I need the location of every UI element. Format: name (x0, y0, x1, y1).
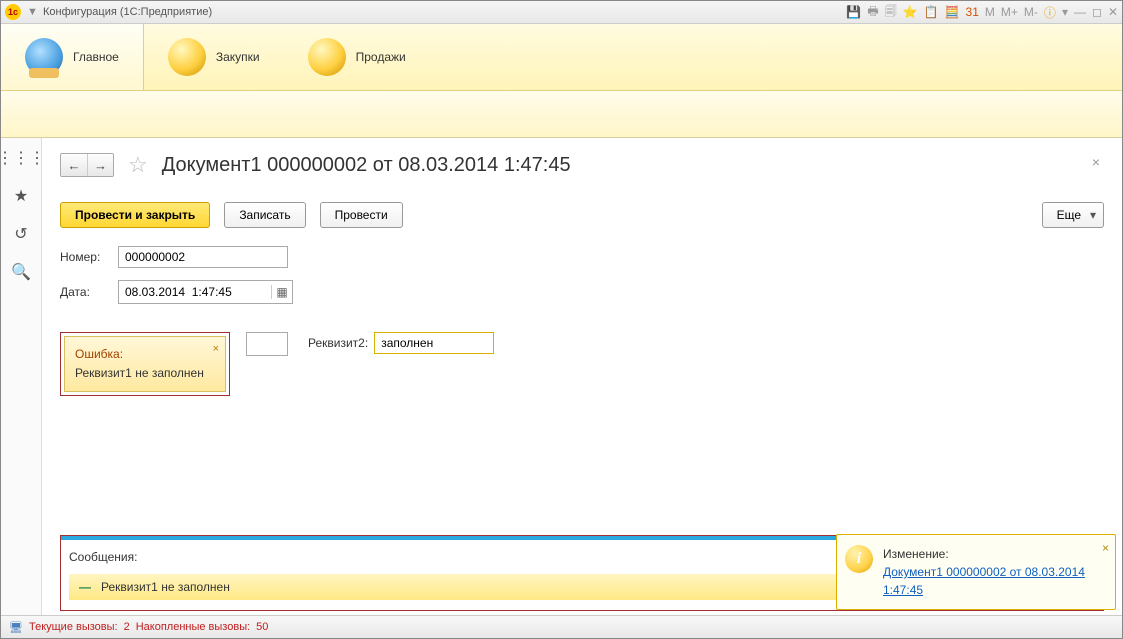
mminus-btn[interactable]: M- (1024, 5, 1038, 19)
clipboard-icon[interactable]: 📋 (924, 5, 939, 19)
favorite-toggle-icon[interactable]: ☆ (128, 152, 148, 178)
lamp-icon (25, 38, 63, 76)
date-input[interactable] (119, 282, 271, 302)
toast-title: Изменение: (883, 545, 1105, 563)
post-and-close-button[interactable]: Провести и закрыть (60, 202, 210, 228)
accum-calls-label: Накопленные вызовы: (136, 621, 250, 633)
number-label: Номер: (60, 250, 110, 264)
gold-icon (308, 38, 346, 76)
status-icon[interactable]: 🖥 (9, 621, 23, 634)
calendar-icon[interactable]: 31 (966, 5, 979, 19)
date-label: Дата: (60, 285, 110, 299)
more-button[interactable]: Еще (1042, 202, 1104, 228)
date-field: ▦ (118, 280, 293, 304)
history-icon[interactable]: ↺ (14, 224, 27, 244)
message-bullet-icon: — (79, 580, 91, 594)
maximize-icon[interactable]: ◻ (1092, 5, 1102, 19)
nav-sales[interactable]: Продажи (284, 24, 430, 90)
sub-toolbar (1, 91, 1122, 138)
nav-purchases[interactable]: Закупки (144, 24, 284, 90)
search-icon[interactable]: 🔍 (11, 262, 31, 282)
current-calls-label: Текущие вызовы: (29, 621, 118, 633)
info-icon[interactable]: ⓘ (1044, 4, 1056, 21)
minimize-icon[interactable]: — (1074, 5, 1086, 19)
messages-header: Сообщения: (69, 550, 137, 564)
req2-input[interactable] (374, 332, 494, 354)
close-tab-icon[interactable]: × (1092, 154, 1100, 170)
forward-button[interactable]: → (87, 154, 113, 176)
status-bar: 🖥 Текущие вызовы: 2 Накопленные вызовы: … (1, 615, 1122, 638)
star-icon[interactable]: ★ (14, 186, 28, 206)
nav-main-label: Главное (73, 50, 119, 64)
sidebar: ⋮⋮⋮ ★ ↺ 🔍 (1, 138, 42, 619)
number-input[interactable] (118, 246, 288, 268)
nav-sales-label: Продажи (356, 50, 406, 64)
doc-icon[interactable]: 🗐 (885, 2, 897, 23)
calendar-picker-icon[interactable]: ▦ (271, 285, 292, 299)
req2-label: Реквизит2: (308, 336, 368, 350)
error-title: Ошибка: (75, 345, 215, 364)
top-nav: Главное Закупки Продажи (1, 24, 1122, 91)
titlebar-tools: 💾 🖶 🗐 ⭐ 📋 🧮 31 M M+ M- ⓘ ▾ — ◻ ✕ (846, 2, 1118, 23)
favorite-icon[interactable]: ⭐ (903, 5, 918, 19)
accum-calls-value: 50 (256, 621, 268, 633)
gold-icon (168, 38, 206, 76)
nav-back-forward: ← → (60, 153, 114, 177)
error-close-icon[interactable]: × (213, 341, 219, 359)
error-text: Реквизит1 не заполнен (75, 364, 215, 383)
nav-purchases-label: Закупки (216, 50, 260, 64)
dropdown2-icon[interactable]: ▾ (1062, 5, 1068, 19)
mplus-btn[interactable]: M+ (1001, 5, 1018, 19)
save-button[interactable]: Записать (224, 202, 305, 228)
close-window-icon[interactable]: ✕ (1108, 5, 1118, 19)
window-title: Конфигурация (1С:Предприятие) (43, 6, 212, 18)
current-calls-value: 2 (124, 621, 130, 633)
save-icon[interactable]: 💾 (846, 5, 861, 19)
message-text: Реквизит1 не заполнен (101, 580, 230, 594)
document-title: Документ1 000000002 от 08.03.2014 1:47:4… (162, 154, 571, 177)
dropdown-icon[interactable]: ▼ (27, 6, 39, 18)
toast-close-icon[interactable]: × (1102, 539, 1109, 557)
m-btn[interactable]: M (985, 5, 995, 19)
back-button[interactable]: ← (61, 154, 87, 176)
titlebar: 1c ▼ Конфигурация (1С:Предприятие) 💾 🖶 🗐… (1, 1, 1122, 24)
toast-link[interactable]: Документ1 000000002 от 08.03.2014 1:47:4… (883, 563, 1105, 599)
print-icon[interactable]: 🖶 (867, 2, 878, 23)
apps-icon[interactable]: ⋮⋮⋮ (0, 148, 45, 168)
error-highlight-box: × Ошибка: Реквизит1 не заполнен (60, 332, 230, 396)
error-tooltip: × Ошибка: Реквизит1 не заполнен (64, 336, 226, 392)
info-toast-icon: i (845, 545, 873, 573)
notification-toast: i × Изменение: Документ1 000000002 от 08… (836, 534, 1116, 610)
req1-input[interactable] (246, 332, 288, 356)
app-logo-icon: 1c (5, 4, 21, 20)
post-button[interactable]: Провести (320, 202, 403, 228)
calc-icon[interactable]: 🧮 (945, 5, 960, 19)
nav-main[interactable]: Главное (1, 24, 144, 90)
